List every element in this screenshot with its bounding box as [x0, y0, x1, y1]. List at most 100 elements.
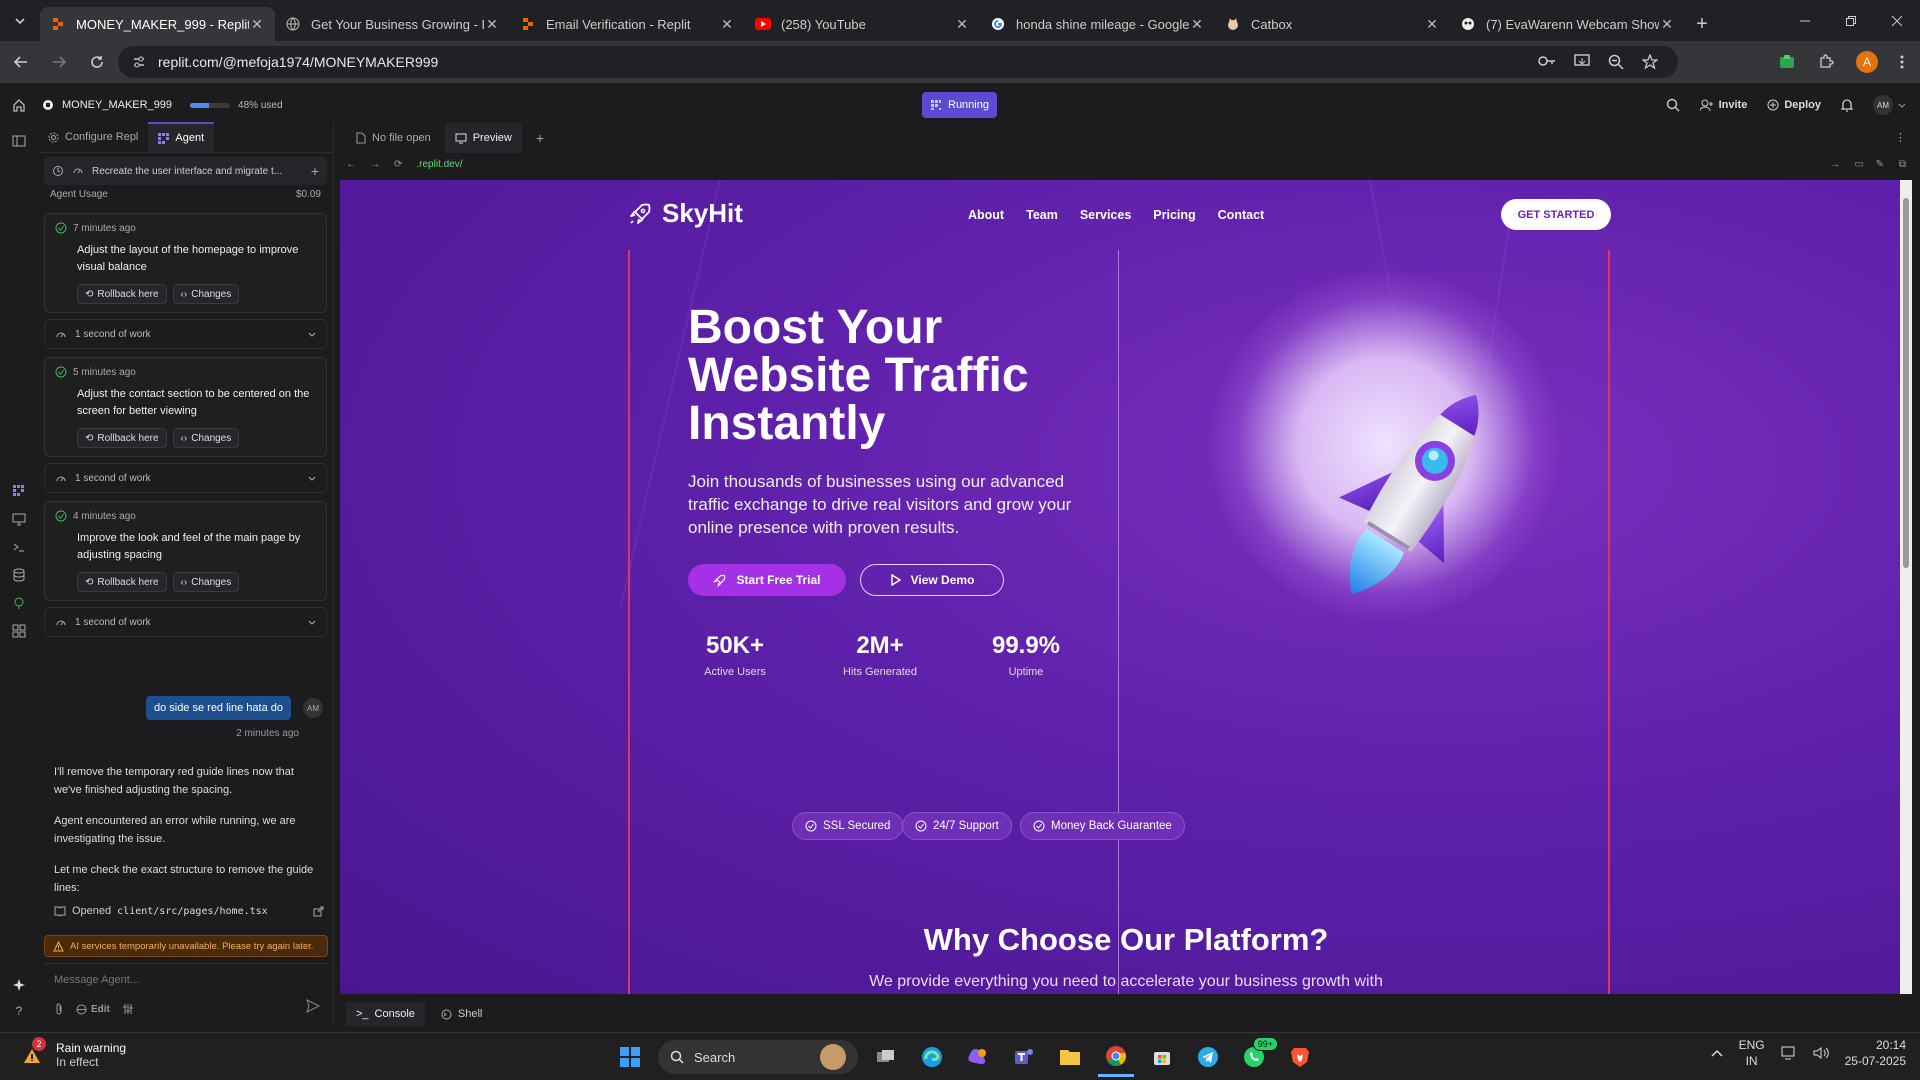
store-app[interactable]	[1144, 1037, 1180, 1077]
devtools-icon[interactable]: ✎	[1876, 159, 1884, 170]
taskbar-search[interactable]: Search	[658, 1040, 858, 1074]
message-input[interactable]: Message Agent...	[44, 964, 328, 996]
browser-tab-google[interactable]: honda shine mileage - Google S ✕	[980, 7, 1215, 41]
shell-tool[interactable]	[0, 533, 38, 561]
rollback-button[interactable]: ⟲ Rollback here	[77, 428, 167, 448]
zoom-icon[interactable]	[1608, 54, 1624, 70]
browser-tab-business[interactable]: Get Your Business Growing - Pr ✕	[275, 7, 510, 41]
opened-file-row[interactable]: Opened client/src/pages/home.tsx	[54, 905, 324, 917]
close-tab-icon[interactable]: ✕	[954, 16, 970, 33]
edit-mode-button[interactable]: Edit	[76, 1004, 110, 1015]
devices-icon[interactable]: ▭	[1855, 159, 1864, 170]
open-external-icon[interactable]	[313, 906, 324, 917]
work-summary[interactable]: 1 second of work	[44, 319, 327, 349]
close-window-button[interactable]	[1874, 0, 1920, 41]
weather-widget[interactable]: 2 Rain warning In effect	[18, 1037, 126, 1069]
key-icon[interactable]	[1538, 54, 1556, 68]
task-view-button[interactable]	[868, 1037, 904, 1077]
close-tab-icon[interactable]: ✕	[1424, 16, 1440, 33]
help-button[interactable]: ?	[0, 997, 38, 1025]
scrollbar-thumb[interactable]	[1903, 198, 1909, 568]
database-tool[interactable]	[0, 561, 38, 589]
new-chat[interactable]	[0, 971, 38, 999]
address-bar[interactable]: replit.com/@mefoja1974/MONEYMAKER999	[118, 46, 1678, 78]
user-menu[interactable]: AM	[1873, 95, 1906, 115]
run-status-button[interactable]: Running	[922, 92, 997, 118]
network-icon[interactable]	[1781, 1046, 1797, 1060]
search-icon[interactable]	[1666, 98, 1680, 112]
nav-about[interactable]: About	[968, 208, 1004, 222]
more-options-icon[interactable]: ⋮	[1895, 131, 1906, 144]
preview-scrollbar[interactable]	[1900, 180, 1912, 994]
install-app-icon[interactable]	[1574, 54, 1590, 68]
files-toggle[interactable]	[0, 127, 38, 155]
tab-configure-repl[interactable]: Configure Repl	[38, 122, 148, 152]
puzzle-icon[interactable]	[1818, 54, 1834, 70]
browser-tab-catbox[interactable]: Catbox ✕	[1215, 7, 1450, 41]
reload-button[interactable]	[78, 54, 116, 70]
new-tab-button[interactable]: +	[1685, 7, 1719, 41]
sliders-icon[interactable]	[122, 1003, 134, 1015]
preview-back-icon[interactable]: ←	[346, 159, 356, 170]
close-tab-icon[interactable]: ✕	[719, 16, 735, 33]
restore-button[interactable]	[1828, 0, 1874, 41]
tab-search-button[interactable]	[0, 0, 40, 41]
close-tab-icon[interactable]: ✕	[1189, 16, 1205, 33]
minimize-button[interactable]	[1782, 0, 1828, 41]
tab-shell[interactable]: Shell	[431, 1002, 492, 1026]
tab-preview[interactable]: Preview	[444, 123, 522, 153]
preview-reload-icon[interactable]: ⟳	[394, 159, 402, 170]
all-tools[interactable]	[0, 617, 38, 645]
close-tab-icon[interactable]: ✕	[484, 16, 500, 33]
paperclip-icon[interactable]	[54, 1003, 64, 1015]
view-demo-button[interactable]: View Demo	[860, 564, 1004, 596]
copilot-app[interactable]	[960, 1037, 996, 1077]
new-window-icon[interactable]: ⧉	[1899, 159, 1906, 170]
volume-icon[interactable]	[1813, 1046, 1829, 1060]
browser-tab-email[interactable]: Email Verification - Replit ✕	[510, 7, 745, 41]
browser-tab-webcam[interactable]: (7) EvaWarenn Webcam Show | ✕	[1450, 7, 1685, 41]
tab-no-file[interactable]: No file open	[346, 123, 441, 153]
add-tab-button[interactable]: +	[526, 123, 554, 153]
changes-button[interactable]: ‹› Changes	[172, 284, 240, 304]
back-button[interactable]	[2, 54, 40, 70]
forward-button[interactable]	[40, 54, 78, 70]
url-text[interactable]: replit.com/@mefoja1974/MONEYMAKER999	[158, 54, 438, 70]
browser-tab-replit[interactable]: MONEY_MAKER_999 - Replit ✕	[40, 7, 275, 41]
whatsapp-app[interactable]: 99+	[1236, 1037, 1278, 1077]
work-summary[interactable]: 1 second of work	[44, 607, 327, 637]
deploy-tool[interactable]	[0, 589, 38, 617]
nav-services[interactable]: Services	[1080, 208, 1131, 222]
nav-pricing[interactable]: Pricing	[1153, 208, 1195, 222]
send-icon[interactable]	[306, 999, 320, 1013]
rollback-button[interactable]: ⟲ Rollback here	[77, 284, 167, 304]
invite-button[interactable]: Invite	[1699, 99, 1747, 111]
deploy-button[interactable]: Deploy	[1767, 99, 1821, 111]
thread-header[interactable]: Recreate the user interface and migrate …	[44, 157, 327, 185]
chrome-app[interactable]	[1098, 1037, 1134, 1077]
bell-icon[interactable]	[1841, 98, 1853, 112]
star-icon[interactable]	[1642, 54, 1658, 70]
preview-url[interactable]: .replit.dev/	[416, 159, 462, 170]
file-explorer-app[interactable]	[1052, 1037, 1088, 1077]
more-vertical-icon[interactable]	[1900, 54, 1904, 70]
browser-tab-youtube[interactable]: (258) YouTube ✕	[745, 7, 980, 41]
profile-avatar[interactable]: A	[1856, 51, 1878, 73]
start-button[interactable]	[612, 1037, 648, 1077]
clock[interactable]: 20:14 25-07-2025	[1845, 1037, 1906, 1069]
tab-console[interactable]: >_ Console	[346, 1002, 425, 1026]
start-free-trial-button[interactable]: Start Free Trial	[688, 564, 846, 596]
nav-contact[interactable]: Contact	[1218, 208, 1265, 222]
rollback-button[interactable]: ⟲ Rollback here	[77, 572, 167, 592]
preview-go-icon[interactable]: →	[1830, 159, 1840, 170]
close-tab-icon[interactable]: ✕	[1659, 16, 1675, 33]
history-icon[interactable]	[52, 165, 64, 177]
agent-tool[interactable]	[0, 477, 38, 505]
nav-team[interactable]: Team	[1026, 208, 1058, 222]
teams-app[interactable]	[1006, 1037, 1042, 1077]
new-thread-icon[interactable]: +	[311, 163, 319, 179]
extension-green-icon[interactable]	[1778, 53, 1796, 71]
close-tab-icon[interactable]: ✕	[249, 16, 265, 33]
work-summary[interactable]: 1 second of work	[44, 463, 327, 493]
preview-tool[interactable]	[0, 505, 38, 533]
